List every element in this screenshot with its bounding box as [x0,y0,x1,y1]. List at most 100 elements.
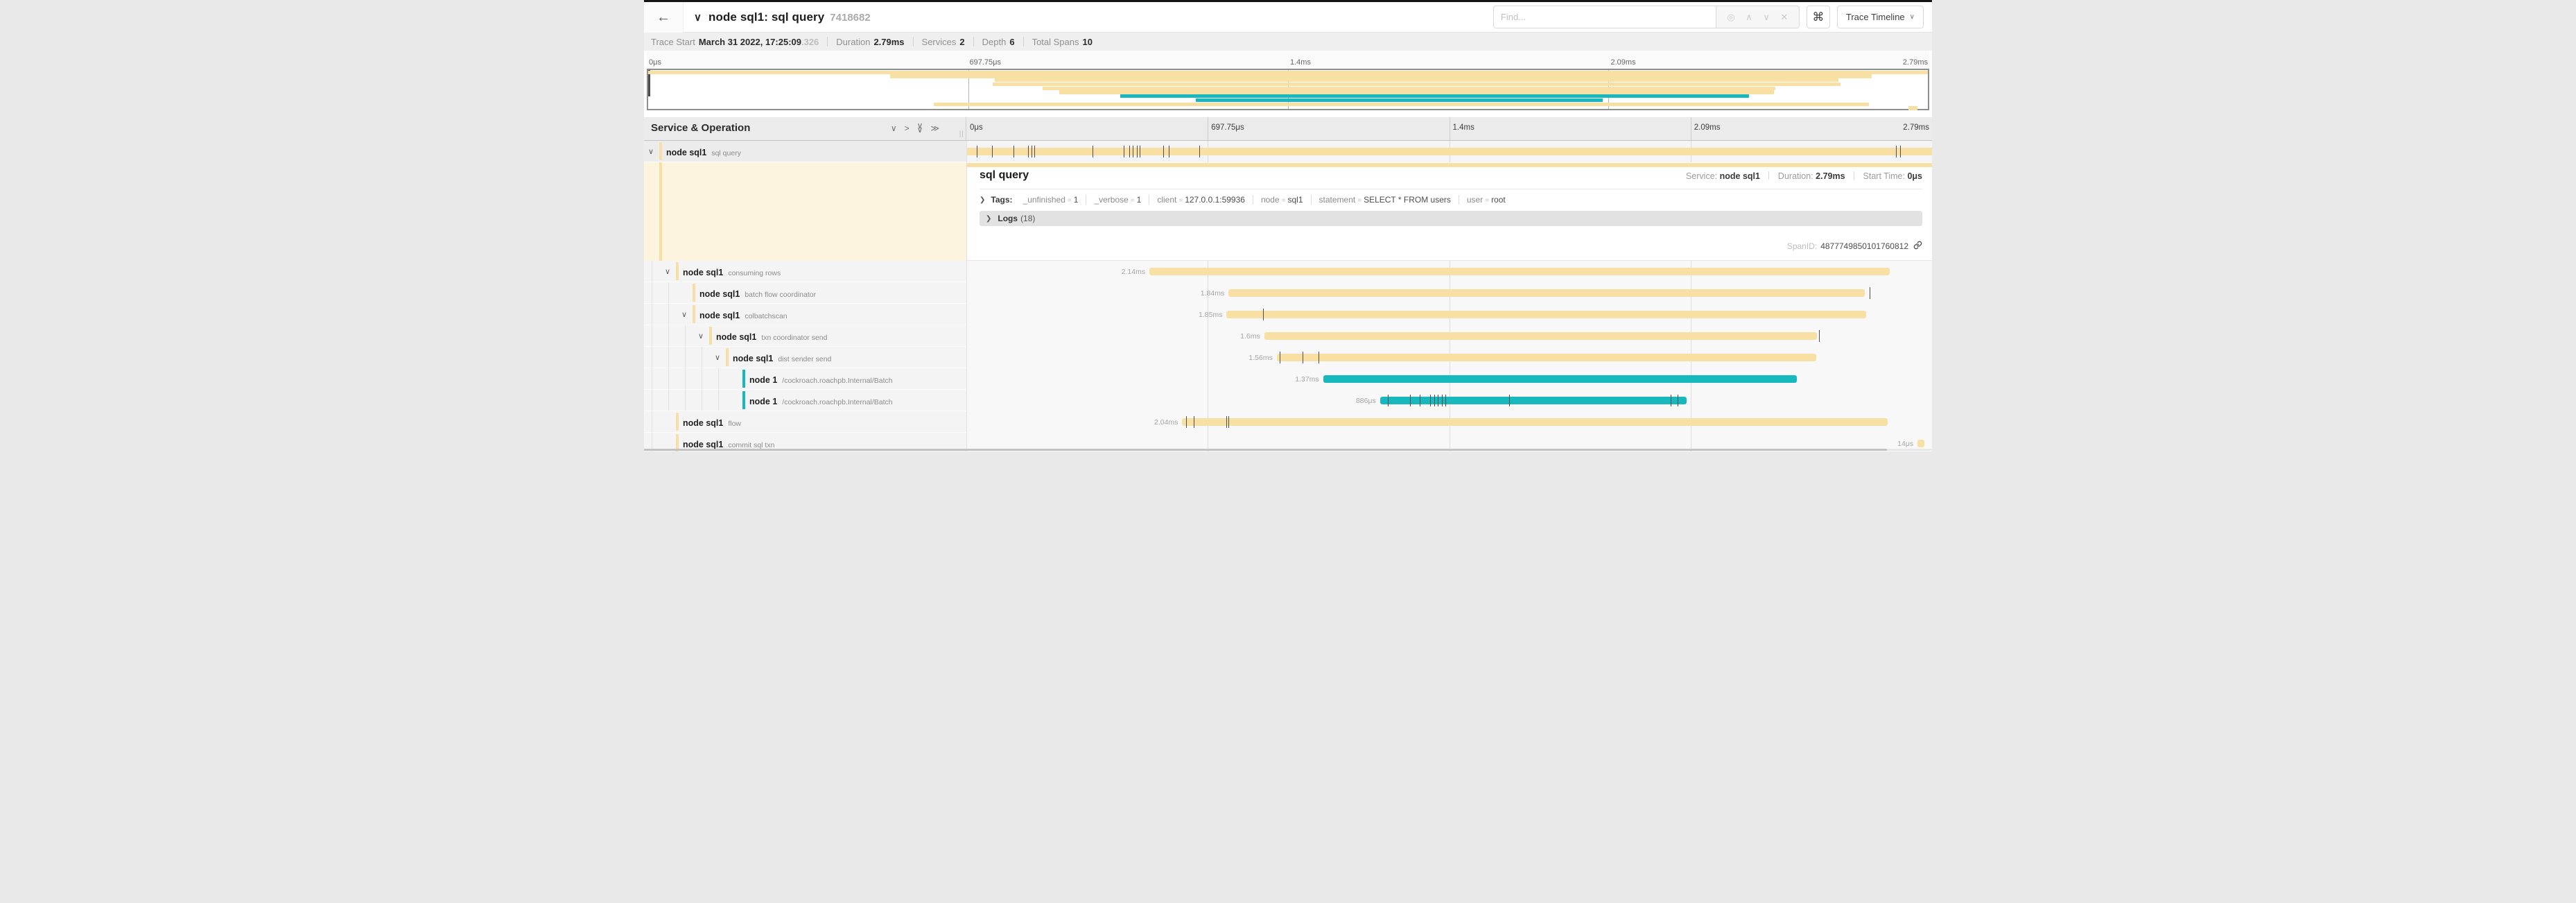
span-bar[interactable] [1228,289,1864,297]
find-input[interactable] [1494,12,1716,22]
span-bar[interactable] [1182,418,1888,426]
span-tree-cell[interactable]: node 1/cockroach.roachpb.Internal/Batch [644,390,966,411]
span-service: node sql1 [683,418,723,428]
span-bar[interactable] [1149,268,1890,275]
span-name: node sql1flow [683,417,741,429]
span-bar[interactable] [1226,311,1866,318]
span-timeline-cell[interactable]: 1.6ms [967,325,1932,347]
log-marker [1430,395,1431,406]
span-color-accent [742,370,745,388]
summary-separator [827,37,828,46]
span-row[interactable]: ∨node sql1consuming rows2.14ms [644,261,1932,282]
ruler-tick-label: 2.79ms [1903,123,1929,132]
log-marker [1028,146,1029,157]
span-color-accent [676,413,679,431]
span-row[interactable]: node 1/cockroach.roachpb.Internal/Batch8… [644,390,1932,411]
span-timeline-cell[interactable]: 2.04ms [967,411,1932,433]
logs-expand-chevron-icon[interactable]: ❯ [986,215,991,223]
span-tree-cell[interactable]: ∨ node sql1dist sender send [644,347,966,368]
minimap-tick-label: 2.09ms [1611,58,1636,67]
log-marker [1129,146,1130,157]
tag-key: node [1261,195,1280,205]
span-tree-cell[interactable]: node sql1flow [644,411,966,433]
horizontal-scrollbar[interactable] [644,449,1887,451]
expand-chevron-icon[interactable]: ∨ [681,310,687,319]
span-row[interactable]: ∨node sql1colbatchscan1.85ms [644,304,1932,325]
expand-chevron-icon[interactable]: ∨ [698,332,704,341]
minimap-tick-label: 697.75μs [970,58,1001,67]
span-bar[interactable] [1380,397,1687,404]
trace-id: 7418682 [830,12,870,24]
span-row[interactable]: node 1/cockroach.roachpb.Internal/Batch1… [644,368,1932,390]
keyboard-shortcuts-button[interactable]: ⌘ [1807,6,1830,28]
span-operation: consuming rows [728,269,781,277]
span-tree-cell[interactable]: ∨node sql1consuming rows [644,261,966,282]
span-timeline-cell[interactable]: 886μs [967,390,1932,411]
collapse-all-icon[interactable]: ∨∨ [917,123,923,133]
span-name: node sql1dist sender send [733,352,831,365]
span-bar[interactable] [967,148,1932,155]
tag-item[interactable]: statement=SELECT * FROM users [1312,195,1459,205]
expand-chevron-icon[interactable]: ∨ [648,147,654,156]
span-row[interactable]: ∨node sql1txn coordinator send1.6ms [644,325,1932,347]
tags-row[interactable]: ❯ Tags: _unfinished=1_verbose=1client=12… [980,195,1922,205]
span-bar[interactable] [1917,440,1924,447]
logs-bar[interactable]: ❯ Logs (18) [980,211,1922,226]
tag-equals: = [1178,197,1183,205]
span-row[interactable]: node sql1batch flow coordinator1.84ms [644,282,1932,304]
find-tools: ◎ ∧ ∨ ✕ [1716,6,1800,28]
tag-item[interactable]: node=sql1 [1253,195,1312,205]
tag-item[interactable]: client=127.0.0.1:59936 [1149,195,1253,205]
span-color-accent [726,348,729,366]
span-row[interactable]: ∨ node sql1dist sender send 1.56ms [644,347,1932,368]
tag-item[interactable]: user=root [1459,195,1513,205]
timeline-ruler: 0μs697.75μs1.4ms2.09ms2.79ms [966,117,1932,140]
expand-one-icon[interactable]: > [905,123,910,133]
log-marker [1434,395,1435,406]
span-bar[interactable] [1277,354,1816,361]
tag-item[interactable]: _verbose=1 [1086,195,1149,205]
span-timeline-cell[interactable]: 1.84ms [967,282,1932,304]
span-tree-cell[interactable]: node 1/cockroach.roachpb.Internal/Batch [644,368,966,390]
prev-result-icon[interactable]: ∧ [1746,12,1752,23]
locate-icon[interactable]: ◎ [1727,12,1734,23]
span-timeline-cell[interactable]: 1.37ms [967,368,1932,390]
span-timeline-cell[interactable]: 1.85ms [967,304,1932,325]
minimap-span-bar [1043,87,1776,90]
expand-chevron-icon[interactable]: ∨ [665,267,670,276]
minimap-time-labels: 0μs697.75μs1.4ms2.09ms2.79ms [647,51,1929,69]
log-marker [1388,395,1389,406]
span-bar[interactable] [1264,332,1818,340]
span-timeline-cell[interactable] [967,141,1932,162]
collapse-one-icon[interactable]: ∨ [891,123,897,133]
span-row[interactable]: node sql1flow 2.04ms [644,411,1932,433]
trace-summary-bar: Trace StartMarch 31 2022, 17:25:09.326Du… [644,33,1932,51]
span-timeline-cell[interactable]: 1.56ms [967,347,1932,368]
span-tree-cell[interactable]: ∨node sql1txn coordinator send [644,325,966,347]
deep-link-icon[interactable] [1913,241,1922,252]
span-bar[interactable] [1323,375,1797,383]
span-timeline-cell[interactable]: 2.14ms [967,261,1932,282]
timeline-minimap[interactable] [647,69,1929,110]
span-row[interactable]: ∨node sql1sql query [644,141,1932,162]
collapse-trace-chevron-icon[interactable]: ∨ [694,11,702,24]
column-resize-grip[interactable]: || [959,130,964,138]
span-tree-cell[interactable]: ∨node sql1sql query [644,141,966,162]
expand-all-icon[interactable]: ≫ [930,123,939,133]
service-operation-title: Service & Operation [651,122,750,134]
back-button[interactable]: ← [644,2,684,33]
trace-view-dropdown[interactable]: Trace Timeline ∨ [1837,6,1924,28]
expand-chevron-icon[interactable]: ∨ [715,353,720,362]
tag-value: sql1 [1288,195,1303,205]
span-tree-cell[interactable]: node sql1batch flow coordinator [644,282,966,304]
tag-item[interactable]: _unfinished=1 [1016,195,1087,205]
tag-value: 127.0.0.1:59936 [1185,195,1245,205]
tag-equals: = [1068,197,1072,205]
log-marker [1445,395,1446,406]
tags-expand-chevron-icon[interactable]: ❯ [980,196,985,204]
next-result-icon[interactable]: ∨ [1763,12,1770,23]
clear-search-icon[interactable]: ✕ [1780,12,1788,23]
minimap-span-bar [890,74,1872,78]
trace-header: ∨ node sql1: sql query 7418682 [694,2,871,33]
span-tree-cell[interactable]: ∨node sql1colbatchscan [644,304,966,325]
